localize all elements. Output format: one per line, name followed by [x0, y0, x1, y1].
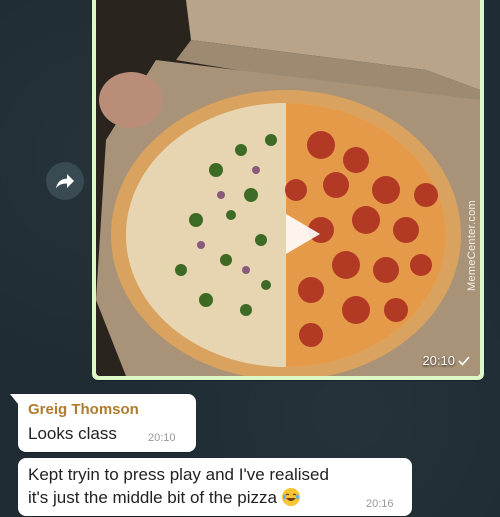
pizza-image: [96, 0, 480, 376]
message-text-line1: Kept tryin to press play and I've realis…: [28, 465, 329, 484]
incoming-message-2[interactable]: Kept tryin to press play and I've realis…: [18, 458, 412, 516]
check-icon: [458, 355, 470, 366]
media-time-text: 20:10: [422, 353, 455, 368]
forward-icon: [56, 174, 74, 189]
laughing-crying-emoji-icon: [281, 488, 300, 506]
media-message-bubble[interactable]: MemeCenter.com 20:10: [92, 0, 484, 380]
play-icon: [286, 214, 320, 254]
message-time: 20:16: [366, 498, 394, 510]
message-text: Looks class: [28, 424, 117, 443]
bubble-tail: [10, 394, 18, 404]
media-timestamp: 20:10: [422, 353, 470, 368]
message-text-line2: it's just the middle bit of the pizza: [28, 488, 277, 507]
incoming-message-1[interactable]: Greig Thomson Looks class 20:10: [10, 394, 196, 452]
message-time: 20:10: [148, 432, 176, 444]
sender-name: Greig Thomson: [28, 401, 139, 418]
watermark: MemeCenter.com: [466, 200, 478, 292]
forward-button[interactable]: [46, 162, 84, 200]
video-thumbnail[interactable]: MemeCenter.com 20:10: [96, 0, 480, 376]
play-button[interactable]: [276, 208, 328, 260]
message-text-line2-wrap: it's just the middle bit of the pizza: [28, 487, 300, 509]
